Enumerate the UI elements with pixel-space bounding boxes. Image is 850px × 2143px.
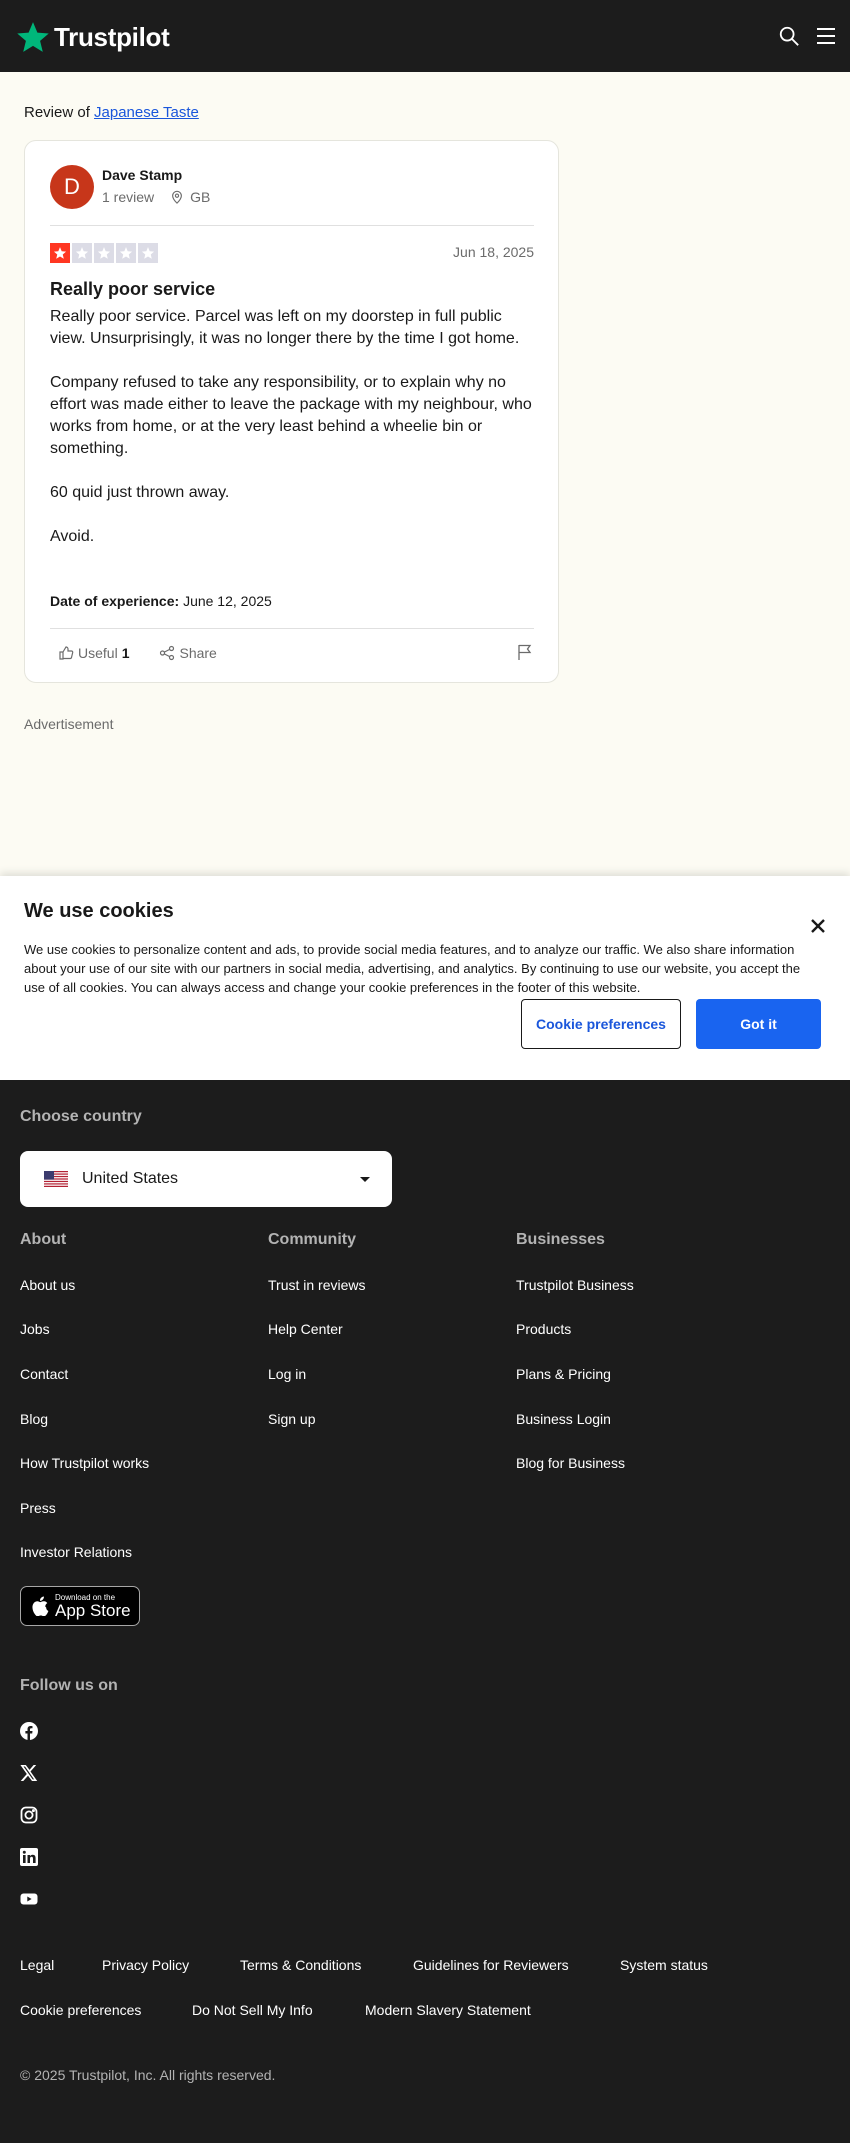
footer: Choose country United States About About…	[0, 1080, 850, 2143]
footer-link-business-login[interactable]: Business Login	[516, 1411, 611, 1427]
footer-link-investor-relations[interactable]: Investor Relations	[20, 1544, 132, 1560]
footer-link-legal[interactable]: Legal	[20, 1957, 54, 1973]
footer-link-blog[interactable]: Blog	[20, 1411, 48, 1427]
location-pin-icon	[172, 190, 183, 204]
star-rating	[50, 243, 160, 263]
useful-button[interactable]: Useful 1	[58, 645, 129, 661]
accept-cookies-button[interactable]: Got it	[696, 999, 821, 1049]
trustpilot-star-icon	[17, 22, 49, 52]
share-button[interactable]: Share	[159, 645, 217, 661]
footer-link-system-status[interactable]: System status	[620, 1957, 708, 1973]
hamburger-menu-icon[interactable]	[816, 26, 836, 46]
review-count: 1 review	[102, 189, 155, 205]
flag-icon[interactable]	[516, 643, 534, 661]
footer-link-plans-pricing[interactable]: Plans & Pricing	[516, 1366, 611, 1382]
copyright: © 2025 Trustpilot, Inc. All rights reser…	[20, 2067, 276, 2083]
share-label: Share	[179, 645, 217, 661]
star-icon	[116, 243, 136, 263]
review-card: D Dave Stamp 1 review GB Jun 18, 2025 Re…	[24, 140, 559, 683]
chevron-down-icon	[360, 1177, 370, 1182]
footer-link-guidelines-for-reviewers[interactable]: Guidelines for Reviewers	[413, 1957, 569, 1973]
review-paragraph: Company refused to take any responsibili…	[50, 374, 532, 457]
cookie-preferences-button[interactable]: Cookie preferences	[521, 999, 681, 1049]
footer-link-terms-conditions[interactable]: Terms & Conditions	[240, 1957, 361, 1973]
footer-link-log-in[interactable]: Log in	[268, 1366, 306, 1382]
footer-link-do-not-sell[interactable]: Do Not Sell My Info	[192, 2002, 313, 2018]
footer-link-cookie-preferences[interactable]: Cookie preferences	[20, 2002, 141, 2018]
brand-name: Trustpilot	[54, 21, 170, 52]
footer-link-help-center[interactable]: Help Center	[268, 1321, 343, 1337]
footer-link-sign-up[interactable]: Sign up	[268, 1411, 315, 1427]
footer-link-how-trustpilot-works[interactable]: How Trustpilot works	[20, 1455, 149, 1471]
review-actions: Useful 1 Share	[50, 643, 534, 663]
divider	[50, 225, 534, 226]
youtube-icon[interactable]	[20, 1890, 38, 1908]
star-icon	[72, 243, 92, 263]
footer-link-privacy-policy[interactable]: Privacy Policy	[102, 1957, 189, 1973]
footer-link-about-us[interactable]: About us	[20, 1277, 75, 1293]
footer-link-modern-slavery[interactable]: Modern Slavery Statement	[365, 2002, 531, 2018]
star-icon	[94, 243, 114, 263]
close-icon[interactable]	[808, 916, 828, 936]
linkedin-icon[interactable]	[20, 1848, 38, 1866]
review-body: Really poor service. Parcel was left on …	[50, 306, 540, 570]
footer-link-press[interactable]: Press	[20, 1500, 56, 1516]
facebook-icon[interactable]	[20, 1722, 38, 1740]
date-of-experience: Date of experience: June 12, 2025	[50, 593, 272, 609]
cookie-banner: We use cookies We use cookies to persona…	[0, 876, 850, 1080]
useful-count: 1	[121, 645, 130, 661]
reviewer-name[interactable]: Dave Stamp	[102, 167, 182, 183]
star-icon	[138, 243, 158, 263]
reviewer-meta: 1 review GB	[102, 189, 210, 205]
reviewer-country: GB	[190, 189, 211, 205]
us-flag-icon	[44, 1171, 68, 1187]
country-selector[interactable]: United States	[20, 1151, 392, 1207]
cookie-title: We use cookies	[24, 900, 174, 922]
app-store-text: Download on the App Store	[55, 1593, 131, 1620]
star-icon	[50, 243, 70, 263]
review-paragraph: Really poor service. Parcel was left on …	[50, 308, 520, 347]
useful-label: Useful	[78, 645, 118, 661]
thumbs-up-icon	[59, 646, 74, 660]
review-date: Jun 18, 2025	[453, 244, 534, 260]
community-heading: Community	[268, 1231, 356, 1248]
about-heading: About	[20, 1231, 67, 1248]
footer-link-products[interactable]: Products	[516, 1321, 571, 1337]
cookie-text: We use cookies to personalize content an…	[24, 942, 801, 995]
footer-link-blog-for-business[interactable]: Blog for Business	[516, 1455, 625, 1471]
apple-icon	[32, 1596, 49, 1616]
footer-link-trust-in-reviews[interactable]: Trust in reviews	[268, 1277, 366, 1293]
top-navigation-bar: Trustpilot	[0, 0, 850, 72]
app-store-big-text: App Store	[55, 1600, 131, 1620]
avatar[interactable]: D	[50, 165, 94, 209]
footer-link-contact[interactable]: Contact	[20, 1366, 68, 1382]
experience-date: June 12, 2025	[183, 593, 272, 609]
selected-country: United States	[82, 1170, 179, 1187]
businesses-heading: Businesses	[516, 1231, 605, 1248]
search-icon[interactable]	[778, 25, 800, 47]
review-of-prefix: Review of	[24, 104, 90, 121]
review-paragraph: Avoid.	[50, 528, 95, 545]
footer-link-jobs[interactable]: Jobs	[20, 1321, 50, 1337]
follow-us-heading: Follow us on	[20, 1677, 118, 1694]
business-link[interactable]: Japanese Taste	[94, 104, 199, 121]
footer-link-trustpilot-business[interactable]: Trustpilot Business	[516, 1277, 634, 1293]
review-of-line: Review of Japanese Taste	[24, 104, 199, 121]
instagram-icon[interactable]	[20, 1806, 38, 1824]
review-title[interactable]: Really poor service	[50, 279, 215, 300]
choose-country-heading: Choose country	[20, 1108, 142, 1125]
advertisement-label: Advertisement	[24, 716, 114, 732]
share-icon	[160, 645, 175, 661]
app-store-badge[interactable]: Download on the App Store	[20, 1586, 140, 1626]
trustpilot-logo[interactable]: Trustpilot	[16, 20, 170, 54]
review-paragraph: 60 quid just thrown away.	[50, 484, 230, 501]
divider	[50, 628, 534, 629]
experience-label: Date of experience:	[50, 593, 180, 609]
x-icon[interactable]	[20, 1764, 38, 1782]
